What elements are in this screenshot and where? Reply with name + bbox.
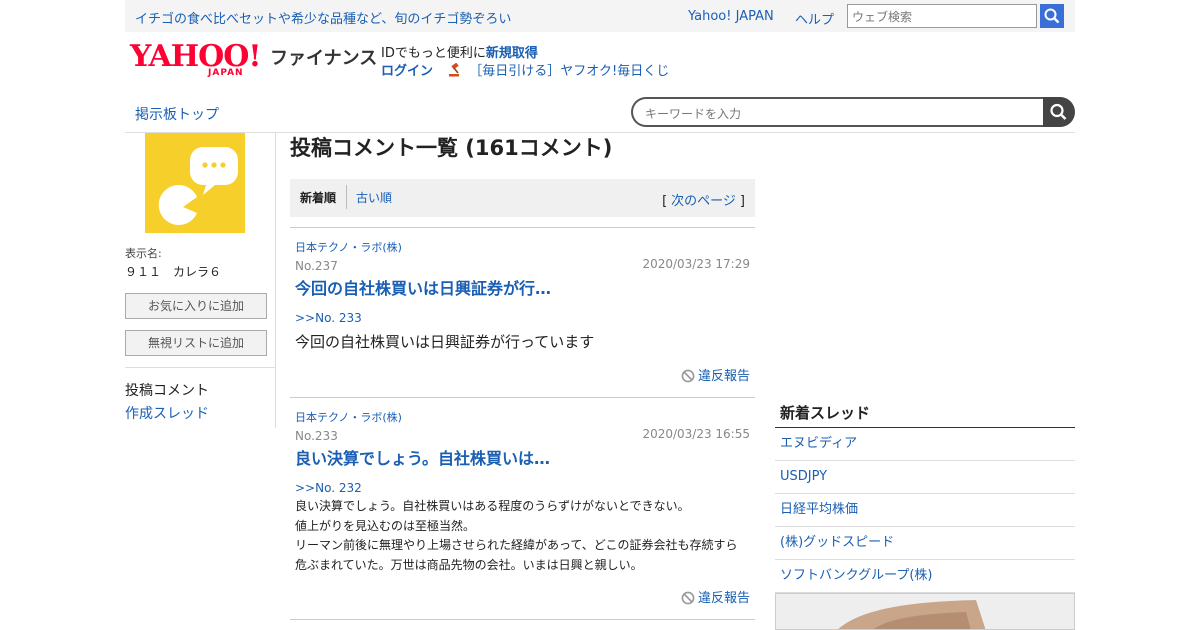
comment-body-line: 値上がりを見込むのは至極当然。: [295, 518, 476, 533]
bracket-open: [: [662, 194, 668, 209]
id-text: IDでもっと便利に: [381, 46, 486, 61]
comment-title-link[interactable]: 良い決算でしょう。自社株買いは…: [295, 445, 550, 469]
sidebar-item-threads[interactable]: 作成スレッド: [125, 403, 209, 423]
comment-avatar-icon: [158, 147, 238, 225]
comment-number: No.233: [295, 429, 338, 443]
login-link[interactable]: ログイン: [381, 64, 433, 79]
sort-newest-tab[interactable]: 新着順: [300, 189, 336, 206]
comment-company-link[interactable]: 日本テクノ・ラボ(株): [295, 239, 402, 255]
comment-body: 良い決算でしょう。自社株買いはある程度のうらずけがないとできない。 値上がりを見…: [295, 497, 737, 575]
keyword-search-button[interactable]: [1043, 97, 1075, 127]
id-promo: IDでもっと便利に新規取得: [381, 42, 538, 61]
search-icon: [1044, 8, 1060, 24]
report-link[interactable]: 違反報告: [680, 587, 750, 606]
auction-hammer-icon: [449, 63, 460, 77]
prohibited-icon: [681, 591, 695, 605]
divider: [290, 397, 755, 398]
divider: [125, 367, 275, 368]
sort-oldest-tab[interactable]: 古い順: [356, 189, 392, 206]
login-row: ログイン ［毎日引ける］ヤフオク!毎日くじ: [381, 60, 669, 79]
comment-date: 2020/03/23 16:55: [642, 427, 750, 441]
report-label: 違反報告: [697, 369, 750, 384]
comment-number: No.237: [295, 259, 338, 273]
thread-link[interactable]: 日経平均株価: [775, 494, 1075, 527]
add-favorite-button[interactable]: お気に入りに追加: [125, 293, 267, 319]
prohibited-icon: [681, 369, 695, 383]
register-link[interactable]: 新規取得: [486, 46, 538, 61]
ad-photo: [838, 600, 986, 629]
user-sidebar: 表示名: ９１１ カレラ６ お気に入りに追加 無視リストに追加 投稿コメント 作…: [125, 133, 276, 428]
display-name: ９１１ カレラ６: [125, 265, 222, 279]
add-ignore-button[interactable]: 無視リストに追加: [125, 330, 267, 356]
comment-body-line: 危ぶまれていた。万世は商品先物の会社。いまは日興と親しい。: [295, 557, 643, 572]
service-name[interactable]: ファイナンス: [270, 44, 377, 70]
search-icon: [1050, 103, 1067, 120]
new-threads-panel: 新着スレッド エヌビディア USDJPY 日経平均株価 (株)グッドスピード ソ…: [775, 402, 1075, 593]
auction-link[interactable]: ［毎日引ける］ヤフオク!毎日くじ: [469, 64, 669, 79]
web-search-input[interactable]: ウェブ検索: [847, 4, 1037, 28]
yahoo-japan-link[interactable]: Yahoo! JAPAN: [688, 9, 774, 24]
top-bar: イチゴの食べ比べセットや希少な品種など、旬のイチゴ勢ぞろい Yahoo! JAP…: [125, 0, 1075, 32]
reply-to-link[interactable]: >>No. 233: [295, 311, 362, 325]
thread-link[interactable]: エヌビディア: [775, 428, 1075, 461]
bracket-close: ]: [739, 194, 745, 209]
next-page-nav: [次のページ]: [662, 190, 745, 209]
logo-sub: JAPAN: [208, 68, 244, 78]
comment-company-link[interactable]: 日本テクノ・ラボ(株): [295, 409, 402, 425]
comment-body: 今回の自社株買いは日興証券が行っています: [295, 333, 595, 351]
sort-bar: 新着順 古い順 [次のページ]: [290, 179, 755, 217]
sidebar-item-posts[interactable]: 投稿コメント: [125, 380, 209, 400]
reply-to-link[interactable]: >>No. 232: [295, 481, 362, 495]
board-top-link[interactable]: 掲示板トップ: [135, 104, 219, 124]
page-title: 投稿コメント一覧 (161コメント): [290, 136, 613, 160]
next-page-link[interactable]: 次のページ: [671, 194, 736, 209]
promo-link[interactable]: イチゴの食べ比べセットや希少な品種など、旬のイチゴ勢ぞろい: [135, 8, 511, 27]
web-search-button[interactable]: [1040, 4, 1064, 28]
ad-image[interactable]: [775, 593, 1075, 630]
sort-separator: [346, 185, 347, 209]
thread-link[interactable]: USDJPY: [775, 461, 1075, 494]
display-name-label: 表示名:: [125, 247, 162, 260]
comment-body-line: 良い決算でしょう。自社株買いはある程度のうらずけがないとできない。: [295, 499, 690, 513]
report-label: 違反報告: [697, 591, 750, 606]
avatar: [145, 133, 245, 233]
divider: [290, 227, 755, 228]
report-link[interactable]: 違反報告: [680, 365, 750, 384]
new-threads-heading: 新着スレッド: [775, 402, 1075, 428]
comment-body-line: リーマン前後に無理やり上場させられた経緯があって、どこの証券会社も存続すら: [295, 538, 738, 552]
thread-link[interactable]: (株)グッドスピード: [775, 527, 1075, 560]
thread-link[interactable]: ソフトバンクグループ(株): [775, 560, 1075, 593]
comment-date: 2020/03/23 17:29: [642, 257, 750, 271]
divider: [290, 619, 755, 620]
comment-title-link[interactable]: 今回の自社株買いは日興証券が行…: [295, 275, 551, 299]
help-link[interactable]: ヘルプ: [795, 9, 834, 28]
yahoo-logo[interactable]: YAHOO! JAPAN: [130, 42, 262, 79]
keyword-search-input[interactable]: キーワードを入力: [631, 97, 1045, 127]
